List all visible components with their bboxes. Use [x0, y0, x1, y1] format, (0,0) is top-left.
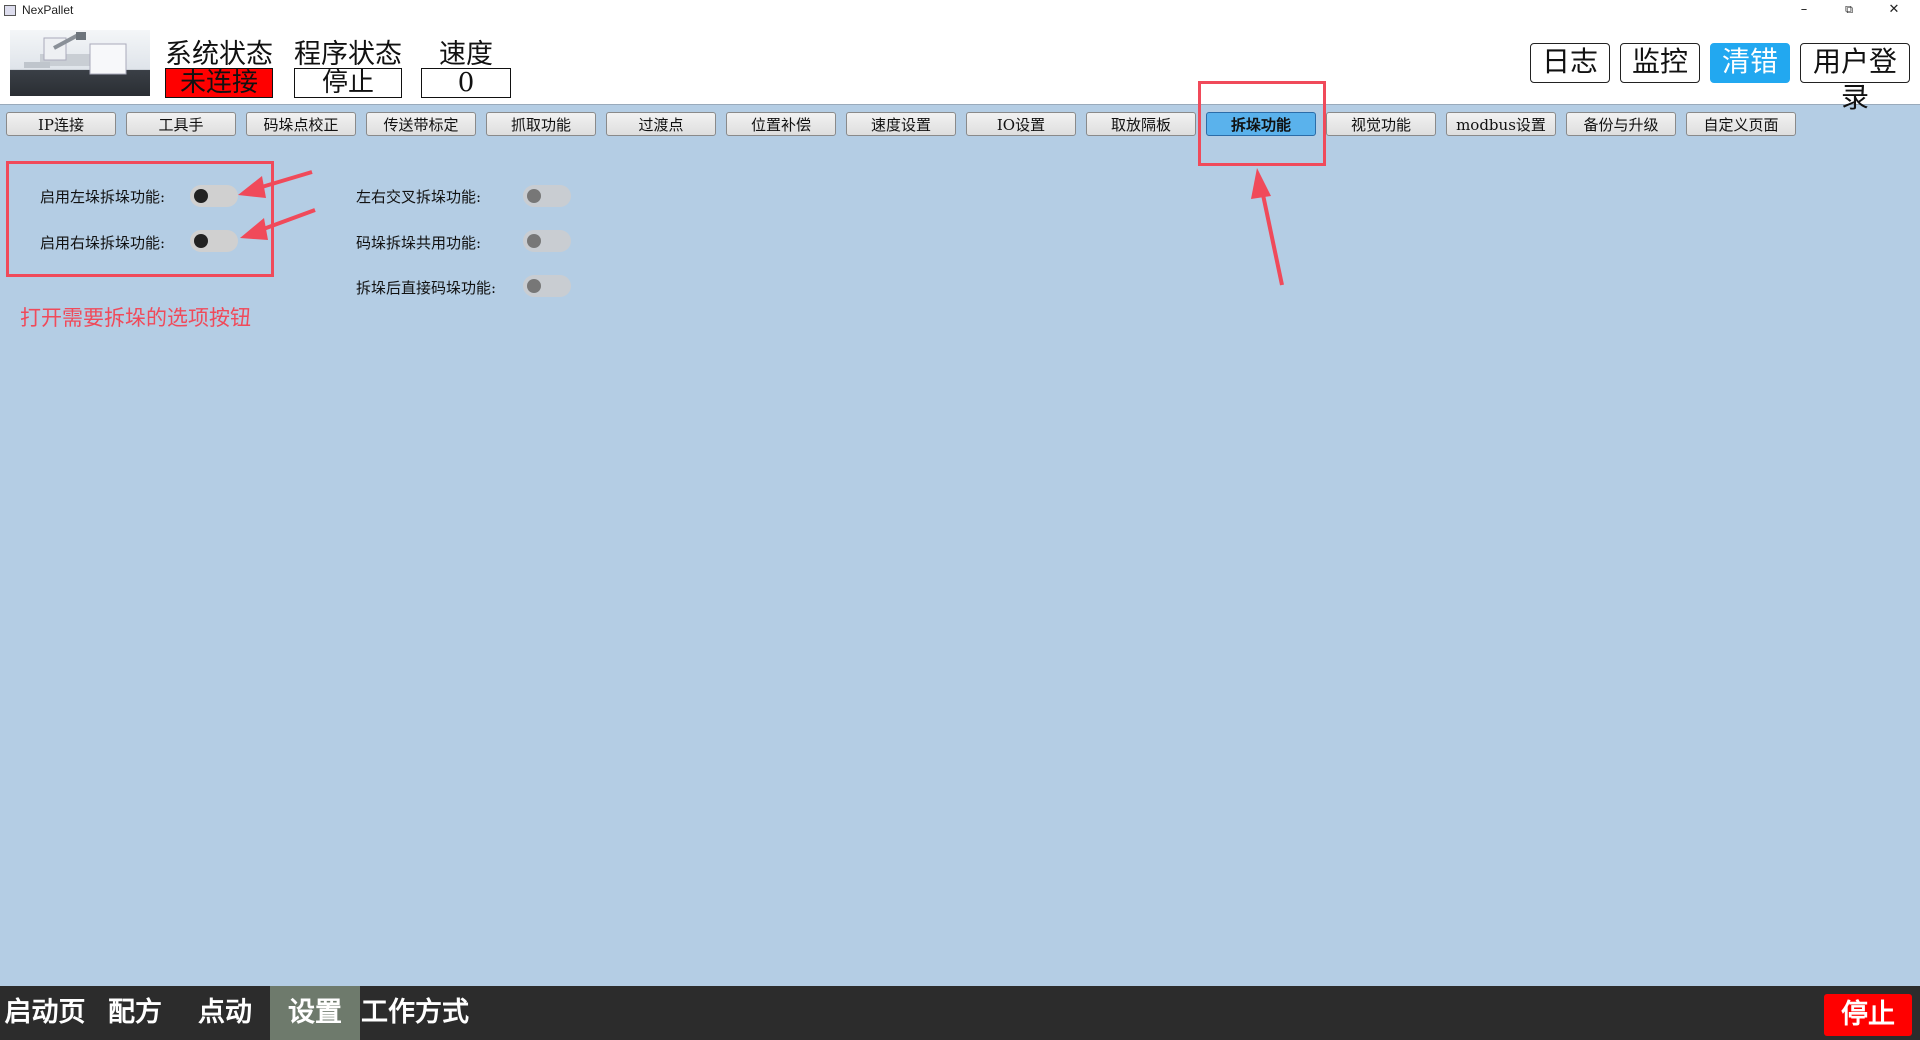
stop-button[interactable]: 停止	[1824, 994, 1912, 1036]
bottom-nav-bar: 启动页 配方 点动 设置 工作方式 停止	[0, 986, 1920, 1040]
nav-work-mode[interactable]: 工作方式	[360, 986, 470, 1040]
nav-jog[interactable]: 点动	[180, 986, 270, 1040]
nav-start-page[interactable]: 启动页	[0, 986, 90, 1040]
annotation-arrows	[238, 168, 1284, 286]
nav-recipe[interactable]: 配方	[90, 986, 180, 1040]
nav-settings[interactable]: 设置	[270, 986, 360, 1040]
